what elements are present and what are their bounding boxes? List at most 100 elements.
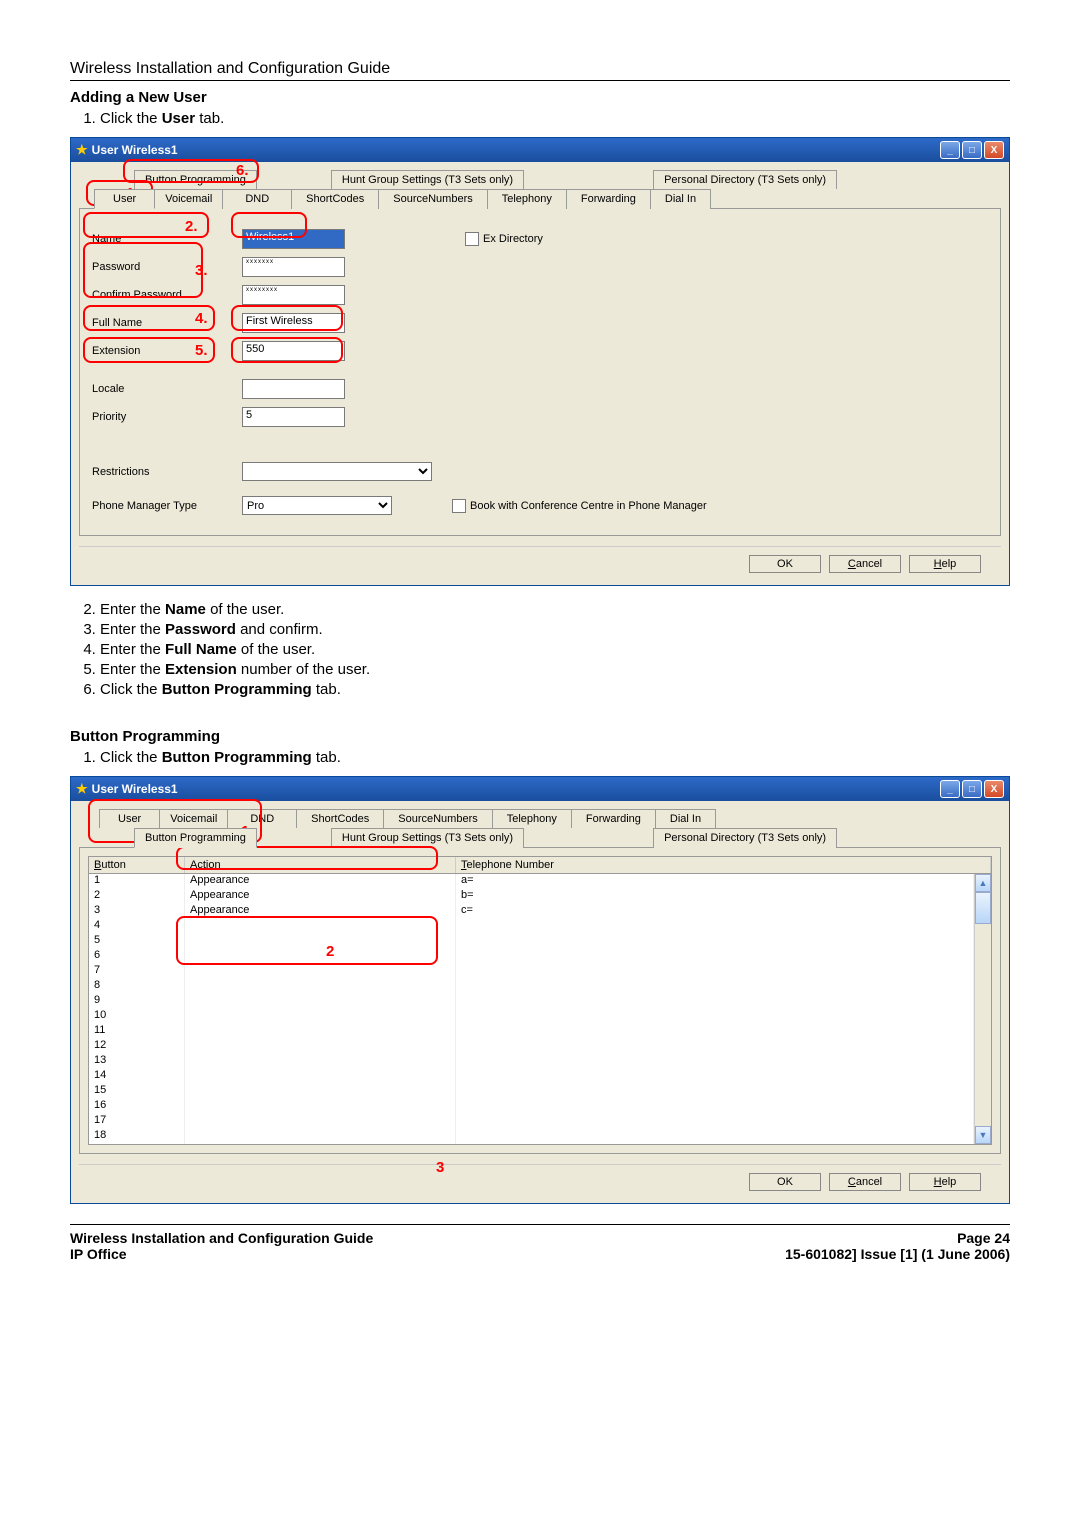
user-window-1: ★ User Wireless1 _ □ X Button Programmin… [70, 137, 1010, 586]
tabs-row-1: Button Programming Hunt Group Settings (… [134, 170, 1001, 189]
tab-button-programming[interactable]: Button Programming [134, 828, 257, 848]
tab-shortcodes[interactable]: ShortCodes [291, 189, 379, 209]
dialog-buttons-2: OK Cancel Help [79, 1164, 1001, 1195]
tab-hunt-group[interactable]: Hunt Group Settings (T3 Sets only) [331, 828, 524, 848]
tab-dialin[interactable]: Dial In [650, 189, 711, 209]
tab-user[interactable]: User [94, 189, 155, 209]
window-controls: _ □ X [940, 141, 1004, 159]
tab-hunt-group[interactable]: Hunt Group Settings (T3 Sets only) [331, 170, 524, 189]
priority-input[interactable]: 5 [242, 407, 345, 427]
footer-right-2: 15-601082] Issue [1] (1 June 2006) [785, 1246, 1010, 1262]
tab-personal-directory[interactable]: Personal Directory (T3 Sets only) [653, 170, 837, 189]
ok-button[interactable]: OK [749, 1173, 821, 1191]
table-row[interactable]: 8 [89, 979, 974, 994]
bp-step-1: Click the Button Programming tab. [100, 749, 1010, 766]
confirm-password-input[interactable]: xxxxxxxx [242, 285, 345, 305]
scroll-up-icon[interactable]: ▲ [975, 874, 991, 892]
window-controls-2: _ □ X [940, 780, 1004, 798]
cancel-button[interactable]: Cancel [829, 1173, 901, 1191]
table-row[interactable]: 13 [89, 1054, 974, 1069]
name-label: Name [92, 233, 242, 245]
locale-input[interactable] [242, 379, 345, 399]
step-5: Enter the Extension number of the user. [100, 661, 1010, 678]
table-header: Button Action Telephone Number [88, 856, 992, 874]
table-row[interactable]: 9 [89, 994, 974, 1009]
table-row[interactable]: 14 [89, 1069, 974, 1084]
footer-left-2: IP Office [70, 1246, 373, 1262]
table-row[interactable]: 16 [89, 1099, 974, 1114]
password-input[interactable]: xxxxxxx [242, 257, 345, 277]
tab-shortcodes[interactable]: ShortCodes [296, 809, 384, 828]
adding-user-steps-2: Enter the Name of the user. Enter the Pa… [100, 601, 1010, 698]
window-title: User Wireless1 [92, 143, 178, 157]
locale-label: Locale [92, 383, 242, 395]
fullname-input[interactable]: First Wireless [242, 313, 345, 333]
table-row[interactable]: 6 [89, 949, 974, 964]
name-input[interactable]: Wireless1 [242, 229, 345, 249]
col-button[interactable]: Button [89, 857, 185, 873]
person-icon: ★ [76, 142, 88, 158]
table-row[interactable]: 5 [89, 934, 974, 949]
ok-button[interactable]: OK [749, 555, 821, 573]
table-row[interactable]: 11 [89, 1024, 974, 1039]
step-1: Click the User tab. [100, 110, 1010, 127]
tabs-row-2b: Button Programming Hunt Group Settings (… [134, 828, 1001, 848]
page-header: Wireless Installation and Configuration … [70, 60, 1010, 81]
user-window-2: ★ User Wireless1 _ □ X User Voicemail DN… [70, 776, 1010, 1204]
table-row[interactable]: 17 [89, 1114, 974, 1129]
ex-directory-checkbox[interactable] [465, 232, 479, 246]
table-row[interactable]: 3Appearancec= [89, 904, 974, 919]
col-telephone[interactable]: Telephone Number [456, 857, 991, 873]
scroll-thumb[interactable] [975, 892, 991, 924]
help-button[interactable]: Help [909, 555, 981, 573]
section-title-button-programming: Button Programming [70, 728, 1010, 745]
table-row[interactable]: 12 [89, 1039, 974, 1054]
close-button[interactable]: X [984, 141, 1004, 159]
table-row[interactable]: 1Appearancea= [89, 874, 974, 889]
table-row[interactable]: 4 [89, 919, 974, 934]
table-row[interactable]: 15 [89, 1084, 974, 1099]
restrictions-select[interactable] [242, 462, 432, 481]
maximize-button[interactable]: □ [962, 780, 982, 798]
tab-sourcenumbers[interactable]: SourceNumbers [378, 189, 487, 209]
dialog-buttons: OK Cancel Help [79, 546, 1001, 577]
tab-dnd[interactable]: DND [222, 189, 292, 209]
tab-sourcenumbers[interactable]: SourceNumbers [383, 809, 492, 828]
table-row[interactable]: 18 [89, 1129, 974, 1144]
tab-telephony[interactable]: Telephony [487, 189, 567, 209]
phone-manager-select[interactable]: Pro [242, 496, 392, 515]
table-row[interactable]: 7 [89, 964, 974, 979]
step-4: Enter the Full Name of the user. [100, 641, 1010, 658]
tab-button-programming[interactable]: Button Programming [134, 170, 257, 189]
tab-telephony[interactable]: Telephony [492, 809, 572, 828]
tab-dialin[interactable]: Dial In [655, 809, 716, 828]
tab-voicemail[interactable]: Voicemail [159, 809, 228, 828]
table-row[interactable]: 2Appearanceb= [89, 889, 974, 904]
scroll-down-icon[interactable]: ▼ [975, 1126, 991, 1144]
tabs-row-1b: User Voicemail DND ShortCodes SourceNumb… [99, 809, 1001, 828]
close-button[interactable]: X [984, 780, 1004, 798]
fullname-label: Full Name [92, 317, 242, 329]
minimize-button[interactable]: _ [940, 780, 960, 798]
maximize-button[interactable]: □ [962, 141, 982, 159]
tab-voicemail[interactable]: Voicemail [154, 189, 223, 209]
user-tab-content: Name Wireless1 Ex Directory Password xxx… [79, 208, 1001, 536]
person-icon: ★ [76, 781, 88, 797]
tab-forwarding[interactable]: Forwarding [571, 809, 656, 828]
tabs-row-2: User Voicemail DND ShortCodes SourceNumb… [94, 189, 1001, 209]
tab-forwarding[interactable]: Forwarding [566, 189, 651, 209]
tab-user[interactable]: User [99, 809, 160, 828]
restrictions-label: Restrictions [92, 466, 242, 478]
step-3: Enter the Password and confirm. [100, 621, 1010, 638]
col-action[interactable]: Action [185, 857, 456, 873]
extension-input[interactable]: 550 [242, 341, 345, 361]
minimize-button[interactable]: _ [940, 141, 960, 159]
table-row[interactable]: 10 [89, 1009, 974, 1024]
tab-personal-directory[interactable]: Personal Directory (T3 Sets only) [653, 828, 837, 848]
cancel-button[interactable]: Cancel [829, 555, 901, 573]
book-conference-checkbox[interactable] [452, 499, 466, 513]
extension-label: Extension [92, 345, 242, 357]
tab-dnd[interactable]: DND [227, 809, 297, 828]
help-button[interactable]: Help [909, 1173, 981, 1191]
scrollbar[interactable]: ▲ ▼ [974, 874, 991, 1144]
